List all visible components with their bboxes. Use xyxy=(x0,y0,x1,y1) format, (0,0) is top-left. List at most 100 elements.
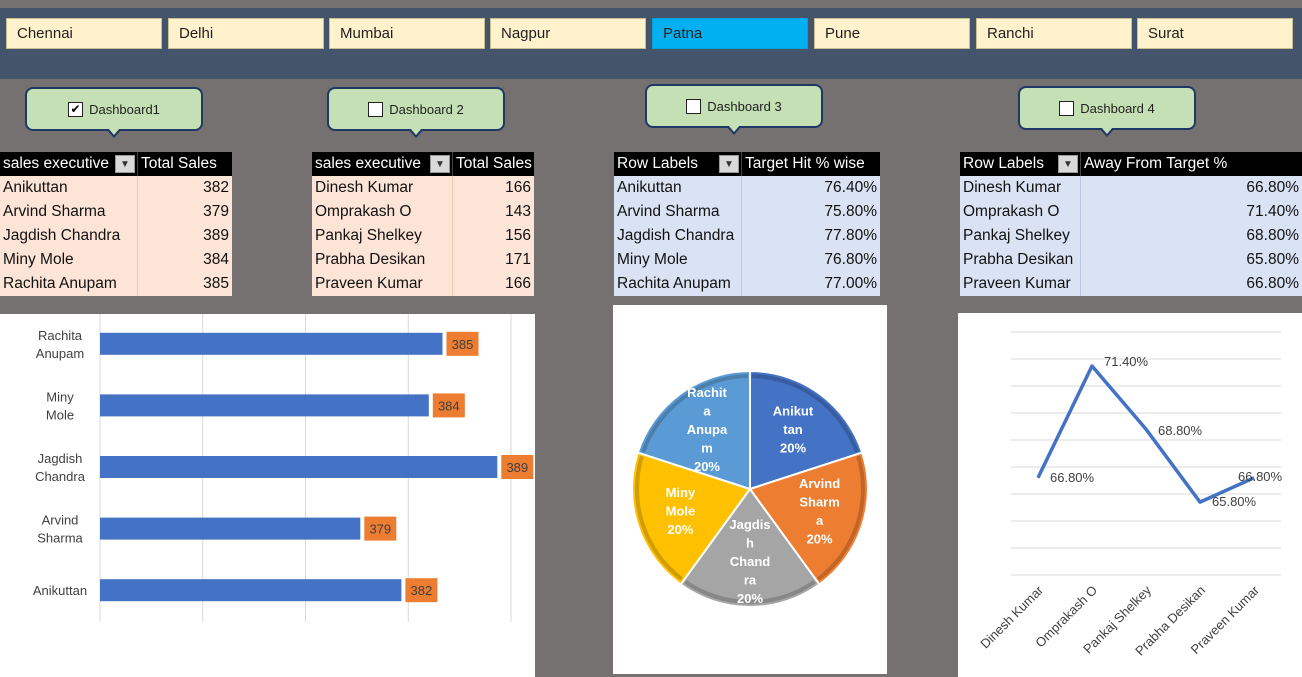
pivot-header-cell: Row Labels ▼ xyxy=(614,152,742,176)
pie-chart-panel[interactable]: Anikut tan 20% Arvind Sharm a 20% Jagdis h Chand r… xyxy=(613,305,887,674)
row-label-cell[interactable]: Praveen Kumar xyxy=(312,272,453,296)
value-cell[interactable]: 76.80% xyxy=(742,248,880,272)
bar-chart: 385 Rachita Anupam 384 Miny Mole 389 Jagdish Cha… xyxy=(33,314,534,622)
table-row[interactable]: Pankaj Shelkey 156 xyxy=(312,224,534,248)
pie-slice-label: Miny Mole 20% xyxy=(666,485,696,537)
data-label: 389 xyxy=(506,460,528,475)
value-cell[interactable]: 77.80% xyxy=(742,224,880,248)
dashboard-4-checkbox[interactable] xyxy=(1059,100,1075,116)
slicer-item-mumbai[interactable]: Mumbai xyxy=(329,18,485,49)
pie-chart: Anikut tan 20%Arvind Sharm a 20%Jagdis h Chand r… xyxy=(631,369,869,608)
slicer-item-pune[interactable]: Pune xyxy=(814,18,970,49)
table-row[interactable]: Dinesh Kumar 66.80% xyxy=(960,176,1302,200)
row-label-cell[interactable]: Rachita Anupam xyxy=(0,272,138,296)
table-row[interactable]: Anikuttan 76.40% xyxy=(614,176,880,200)
table-row[interactable]: Omprakash O 71.40% xyxy=(960,200,1302,224)
value-cell[interactable]: 77.00% xyxy=(742,272,880,296)
bar[interactable] xyxy=(100,394,429,417)
value-cell[interactable]: 66.80% xyxy=(1081,272,1302,296)
value-cell[interactable]: 76.40% xyxy=(742,176,880,200)
value-cell[interactable]: 156 xyxy=(453,224,534,248)
slicer-item-nagpur[interactable]: Nagpur xyxy=(490,18,646,49)
slicer-item-ranchi[interactable]: Ranchi xyxy=(976,18,1132,49)
value-cell[interactable]: 71.40% xyxy=(1081,200,1302,224)
table-row[interactable]: Praveen Kumar 66.80% xyxy=(960,272,1302,296)
value-cell[interactable]: 389 xyxy=(138,224,232,248)
data-label: 66.80% xyxy=(1238,469,1283,484)
table-row[interactable]: Miny Mole 76.80% xyxy=(614,248,880,272)
table-row[interactable]: Prabha Desikan 171 xyxy=(312,248,534,272)
dashboard-1-checkbox[interactable]: ✔ xyxy=(68,101,84,117)
value-cell[interactable]: 171 xyxy=(453,248,534,272)
table-row[interactable]: Jagdish Chandra 77.80% xyxy=(614,224,880,248)
filter-dropdown-icon[interactable]: ▼ xyxy=(1058,155,1078,173)
row-label-cell[interactable]: Prabha Desikan xyxy=(960,248,1081,272)
value-cell[interactable]: 66.80% xyxy=(1081,176,1302,200)
filter-dropdown-icon[interactable]: ▼ xyxy=(719,155,739,173)
row-label-cell[interactable]: Miny Mole xyxy=(0,248,138,272)
data-label: 379 xyxy=(369,522,391,537)
dashboard-3-button[interactable]: Dashboard 3 xyxy=(645,84,823,135)
table-row[interactable]: Pankaj Shelkey 68.80% xyxy=(960,224,1302,248)
row-label-cell[interactable]: Arvind Sharma xyxy=(614,200,742,224)
row-label-cell[interactable]: Prabha Desikan xyxy=(312,248,453,272)
table-row[interactable]: Arvind Sharma 75.80% xyxy=(614,200,880,224)
table-row[interactable]: Rachita Anupam 77.00% xyxy=(614,272,880,296)
filter-dropdown-icon[interactable]: ▼ xyxy=(115,155,135,173)
pivot-header-cell: sales executive ▼ xyxy=(0,152,138,176)
dashboard-2-button[interactable]: Dashboard 2 xyxy=(327,87,505,138)
row-label-cell[interactable]: Anikuttan xyxy=(614,176,742,200)
bar[interactable] xyxy=(100,579,402,602)
line-chart-panel[interactable]: 66.80% 71.40% 68.80% 65.80% 66.80% Dinesh Kum… xyxy=(958,313,1302,677)
dashboard-4-button[interactable]: Dashboard 4 xyxy=(1018,86,1196,137)
row-label-cell[interactable]: Jagdish Chandra xyxy=(614,224,742,248)
table-row[interactable]: Prabha Desikan 65.80% xyxy=(960,248,1302,272)
value-cell[interactable]: 384 xyxy=(138,248,232,272)
row-label-cell[interactable]: Rachita Anupam xyxy=(614,272,742,296)
row-label-cell[interactable]: Miny Mole xyxy=(614,248,742,272)
row-label-cell[interactable]: Anikuttan xyxy=(0,176,138,200)
value-cell[interactable]: 382 xyxy=(138,176,232,200)
pivot-header-row: Row Labels ▼ Target Hit % wise xyxy=(614,152,880,176)
bar[interactable] xyxy=(100,456,498,478)
value-cell[interactable]: 68.80% xyxy=(1081,224,1302,248)
row-label-cell[interactable]: Omprakash O xyxy=(312,200,453,224)
slicer-item-delhi[interactable]: Delhi xyxy=(168,18,324,49)
value-cell[interactable]: 379 xyxy=(138,200,232,224)
row-label-cell[interactable]: Omprakash O xyxy=(960,200,1081,224)
table-row[interactable]: Miny Mole 384 xyxy=(0,248,232,272)
table-row[interactable]: Dinesh Kumar 166 xyxy=(312,176,534,200)
dashboard-3-checkbox[interactable] xyxy=(686,98,702,114)
bar[interactable] xyxy=(100,332,443,355)
category-label: Jagdish Chandra xyxy=(35,451,86,484)
row-label-cell[interactable]: Praveen Kumar xyxy=(960,272,1081,296)
slicer-item-chennai[interactable]: Chennai xyxy=(6,18,162,49)
value-cell[interactable]: 166 xyxy=(453,272,534,296)
value-cell[interactable]: 385 xyxy=(138,272,232,296)
table-row[interactable]: Anikuttan 382 xyxy=(0,176,232,200)
pivot-header-label: Row Labels xyxy=(617,155,698,172)
table-row[interactable]: Arvind Sharma 379 xyxy=(0,200,232,224)
slicer-item-surat[interactable]: Surat xyxy=(1137,18,1293,49)
row-label-cell[interactable]: Pankaj Shelkey xyxy=(960,224,1081,248)
dashboard-1-button[interactable]: ✔ Dashboard1 xyxy=(25,87,203,138)
pivot-header-label: Row Labels xyxy=(963,155,1044,172)
row-label-cell[interactable]: Dinesh Kumar xyxy=(312,176,453,200)
row-label-cell[interactable]: Pankaj Shelkey xyxy=(312,224,453,248)
filter-dropdown-icon[interactable]: ▼ xyxy=(430,155,450,173)
value-cell[interactable]: 143 xyxy=(453,200,534,224)
table-row[interactable]: Praveen Kumar 166 xyxy=(312,272,534,296)
row-label-cell[interactable]: Dinesh Kumar xyxy=(960,176,1081,200)
value-cell[interactable]: 75.80% xyxy=(742,200,880,224)
slicer-item-patna[interactable]: Patna xyxy=(652,18,808,49)
table-row[interactable]: Omprakash O 143 xyxy=(312,200,534,224)
table-row[interactable]: Jagdish Chandra 389 xyxy=(0,224,232,248)
dashboard-2-checkbox[interactable] xyxy=(368,101,384,117)
value-cell[interactable]: 166 xyxy=(453,176,534,200)
value-cell[interactable]: 65.80% xyxy=(1081,248,1302,272)
row-label-cell[interactable]: Arvind Sharma xyxy=(0,200,138,224)
row-label-cell[interactable]: Jagdish Chandra xyxy=(0,224,138,248)
bar-chart-panel[interactable]: 385 Rachita Anupam 384 Miny Mole 389 Jagdish Cha… xyxy=(0,314,535,677)
bar[interactable] xyxy=(100,517,361,540)
table-row[interactable]: Rachita Anupam 385 xyxy=(0,272,232,296)
